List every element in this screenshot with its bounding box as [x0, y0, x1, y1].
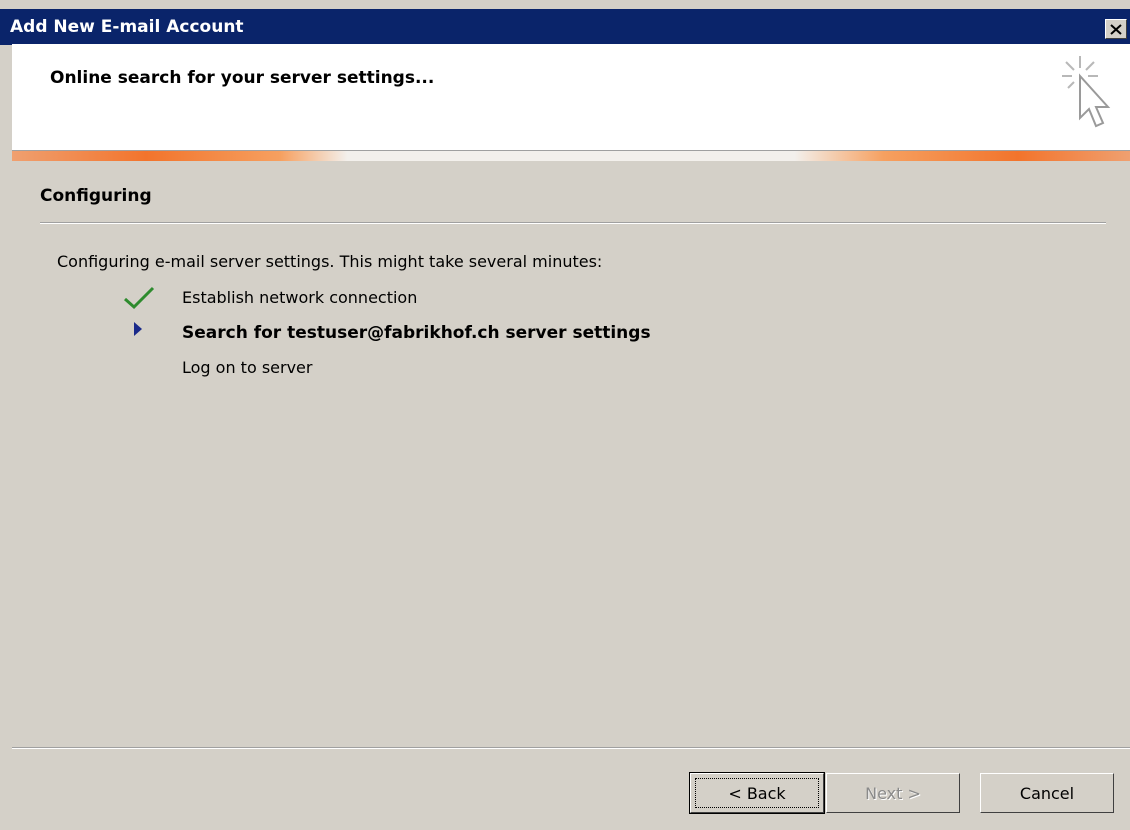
step-log-on: Log on to server	[182, 358, 313, 377]
close-button[interactable]	[1105, 19, 1127, 39]
section-divider	[40, 222, 1106, 224]
page-title: Online search for your server settings..…	[50, 68, 435, 88]
step-search-settings: Search for testuser@fabrikhof.ch server …	[182, 323, 651, 343]
window-title: Add New E-mail Account	[10, 17, 244, 37]
checkmark-icon	[124, 286, 155, 310]
wizard-header: Online search for your server settings..…	[12, 44, 1130, 150]
step-establish-connection: Establish network connection	[182, 288, 418, 307]
arrow-right-icon	[134, 322, 142, 336]
back-button[interactable]: < Back	[689, 772, 825, 814]
header-accent-band	[12, 150, 1130, 161]
footer-divider	[12, 747, 1130, 749]
next-button[interactable]: Next >	[826, 773, 960, 813]
close-icon	[1110, 23, 1122, 35]
wizard-cursor-sparkle-icon	[1062, 56, 1111, 128]
intro-text: Configuring e-mail server settings. This…	[57, 252, 603, 271]
section-title: Configuring	[40, 186, 152, 206]
window-titlebar: Add New E-mail Account	[0, 8, 1130, 45]
cancel-button[interactable]: Cancel	[980, 773, 1114, 813]
